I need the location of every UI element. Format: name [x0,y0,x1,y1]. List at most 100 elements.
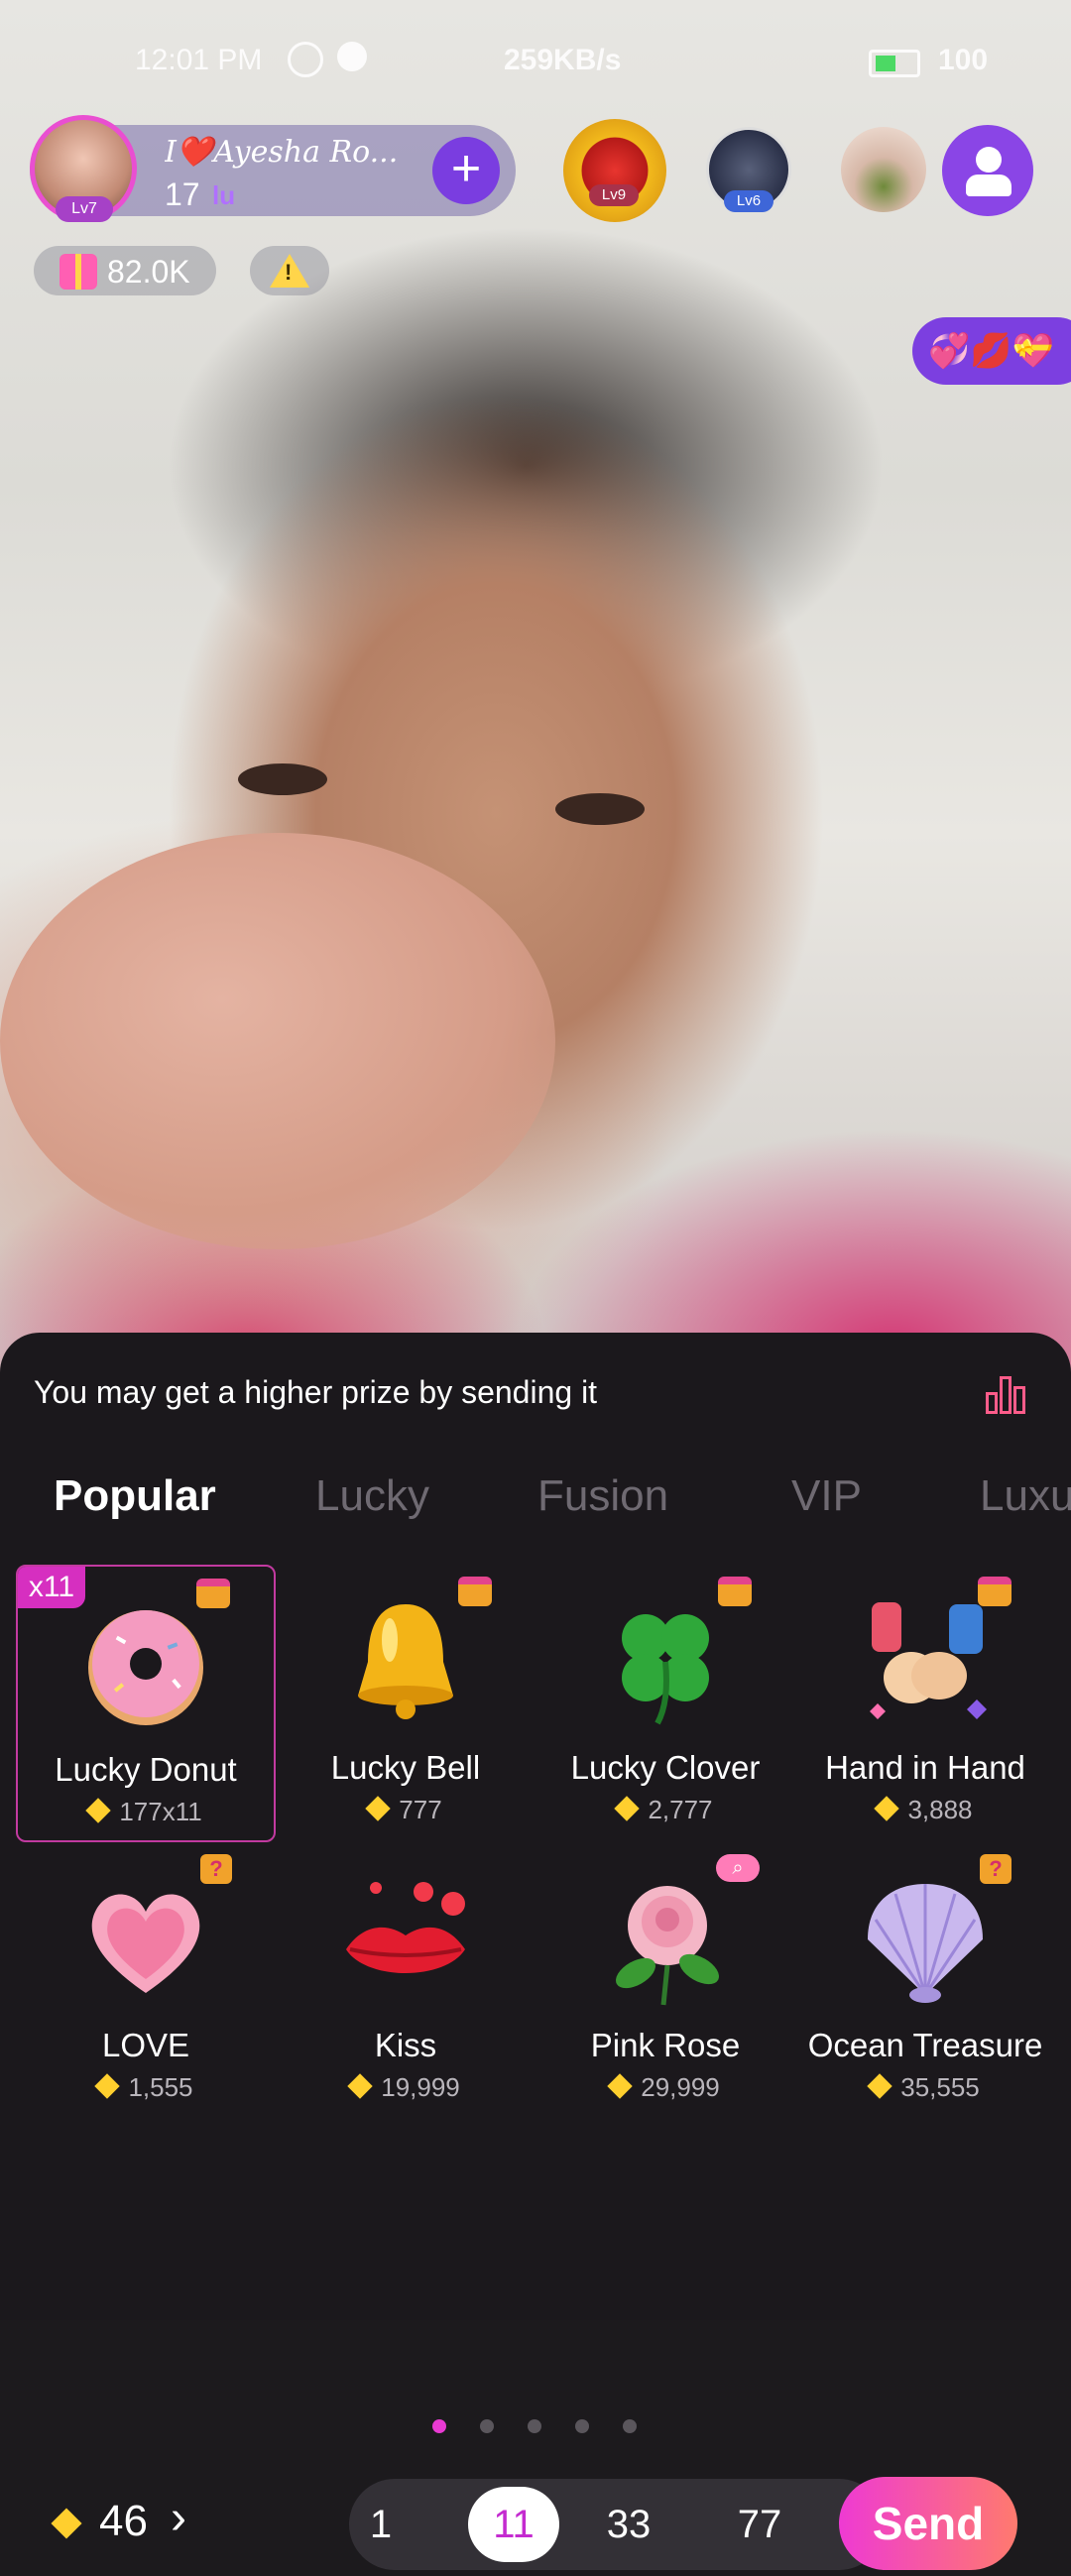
follow-button[interactable]: + [432,137,500,204]
gift-total-pill[interactable]: 82.0K [34,246,216,295]
gift-pink-rose[interactable]: ⌕ Pink Rose 29,999 [536,1842,795,2120]
gift-price: 3,888 [795,1795,1055,1825]
tab-fusion[interactable]: Fusion [537,1471,668,1521]
tab-vip[interactable]: VIP [791,1471,862,1521]
video-eye-left [238,763,327,795]
clover-icon [622,1614,709,1725]
host-info[interactable]: Lv7 I❤️Ayesha Ro... 17 lu + [30,115,516,222]
viewer-level-badge: Lv6 [724,190,774,212]
gift-name: LOVE [101,2027,190,2063]
ranking-icon[interactable] [986,1374,1029,1414]
members-button[interactable] [942,125,1033,216]
gift-name: Lucky Bell [330,1749,481,1786]
gift-price-value: 19,999 [381,2072,460,2102]
send-button[interactable]: Send [839,2477,1017,2570]
diamond-icon [85,1798,112,1823]
rose-icon [616,1886,719,2006]
chevron-right-icon[interactable]: › [171,2491,186,2545]
gift-name: Lucky Clover [570,1749,761,1786]
fan-club-icon: lu [212,180,236,210]
diamond-icon [51,2508,82,2539]
gift-price: 2,777 [536,1795,795,1825]
tab-luxury[interactable]: Luxu [980,1471,1071,1521]
status-bar: 12:01 PM 259KB/s 100 [0,36,1071,87]
gift-hand-in-hand[interactable]: Hand in Hand 3,888 [795,1565,1055,1842]
gift-price-value: 35,555 [900,2072,980,2102]
page-dot[interactable] [480,2419,494,2433]
heart-icon [91,1894,200,1993]
balance-value: 46 [99,2497,148,2545]
quantity-option-77[interactable]: 77 [714,2479,805,2570]
gift-total-value: 82.0K [107,254,190,290]
bell-icon [358,1604,453,1719]
gift-tabs: Popular Lucky Fusion VIP Luxu [0,1471,1071,1541]
send-bar: 46 › 1 11 33 77 Send [0,2457,1071,2576]
gift-multiplier-tag: x11 [18,1567,85,1608]
gift-price: 19,999 [276,2072,536,2103]
gift-name: Pink Rose [590,2027,741,2063]
gift-name: Hand in Hand [825,1749,1025,1786]
gift-name: Lucky Donut [55,1751,237,1788]
page-dot[interactable] [623,2419,637,2433]
gift-lucky-bell[interactable]: Lucky Bell 777 [276,1565,536,1842]
tab-lucky[interactable]: Lucky [315,1471,429,1521]
diamond-balance[interactable]: 46 [51,2497,148,2546]
page-dot[interactable] [528,2419,541,2433]
host-level-badge: Lv7 [56,196,113,222]
gift-price-value: 3,888 [907,1795,973,1824]
donut-icon [88,1610,203,1725]
quantity-option-11[interactable]: 11 [468,2487,559,2562]
gift-love[interactable]: ? LOVE 1,555 [16,1842,276,2120]
quantity-option-33[interactable]: 33 [583,2479,674,2570]
diamond-icon [347,2073,373,2099]
viewer-level-badge: Lv9 [589,184,639,206]
quantity-option-1[interactable]: 1 [335,2479,426,2570]
viewer-avatar[interactable] [563,119,666,222]
person-icon-body [966,175,1012,196]
gift-kiss[interactable]: Kiss 19,999 [276,1842,536,2120]
warning-pill[interactable]: ! [250,246,329,295]
gift-price: 1,555 [16,2072,276,2103]
gift-price: 29,999 [536,2072,795,2103]
net-speed: 259KB/s [504,44,622,76]
gift-price: 35,555 [795,2072,1055,2103]
gift-price-value: 777 [399,1795,442,1824]
gift-price-value: 177x11 [119,1797,202,1826]
host-name: I❤️Ayesha Ro... [165,135,399,170]
gift-price-value: 1,555 [128,2072,193,2102]
diamond-icon [874,1796,900,1821]
gift-price-value: 2,777 [648,1795,713,1824]
page-dot[interactable] [575,2419,589,2433]
gift-panel: You may get a higher prize by sending it… [0,1333,1071,2570]
hands-icon [870,1602,987,1719]
diamond-icon [607,2073,633,2099]
viewer-avatar[interactable] [841,127,926,212]
whatsapp-icon [288,42,323,77]
prize-tip: You may get a higher prize by sending it [34,1374,598,1410]
diamond-icon [867,2073,892,2099]
gift-price: 177x11 [18,1797,274,1827]
battery-icon [869,50,920,77]
gift-name: Kiss [374,2027,437,2063]
diamond-icon [365,1796,392,1821]
person-icon-head [976,147,1002,173]
quantity-selector: 1 11 33 77 [349,2479,885,2570]
tab-popular[interactable]: Popular [54,1471,216,1521]
warning-mark: ! [285,260,293,285]
gift-price: 777 [276,1795,536,1825]
gift-ocean-treasure[interactable]: ? Ocean Treasure 35,555 [795,1842,1055,2120]
gift-lucky-donut[interactable]: x11 Lucky Donut 177x11 [16,1565,276,1842]
gift-price-value: 29,999 [641,2072,720,2102]
lips-icon [346,1882,465,1973]
gift-box-icon [60,254,97,290]
page-dot[interactable] [432,2419,446,2433]
sticker-pill[interactable]: 💞💋💝 [912,317,1071,385]
battery-percent: 100 [938,44,989,76]
shell-icon [868,1884,983,2003]
video-hand [0,833,555,1249]
video-eye-right [555,793,645,825]
host-fan-count: 17 [165,176,200,212]
diamond-icon [614,1796,641,1821]
gift-lucky-clover[interactable]: Lucky Clover 2,777 [536,1565,795,1842]
gift-name: Ocean Treasure [807,2027,1043,2063]
